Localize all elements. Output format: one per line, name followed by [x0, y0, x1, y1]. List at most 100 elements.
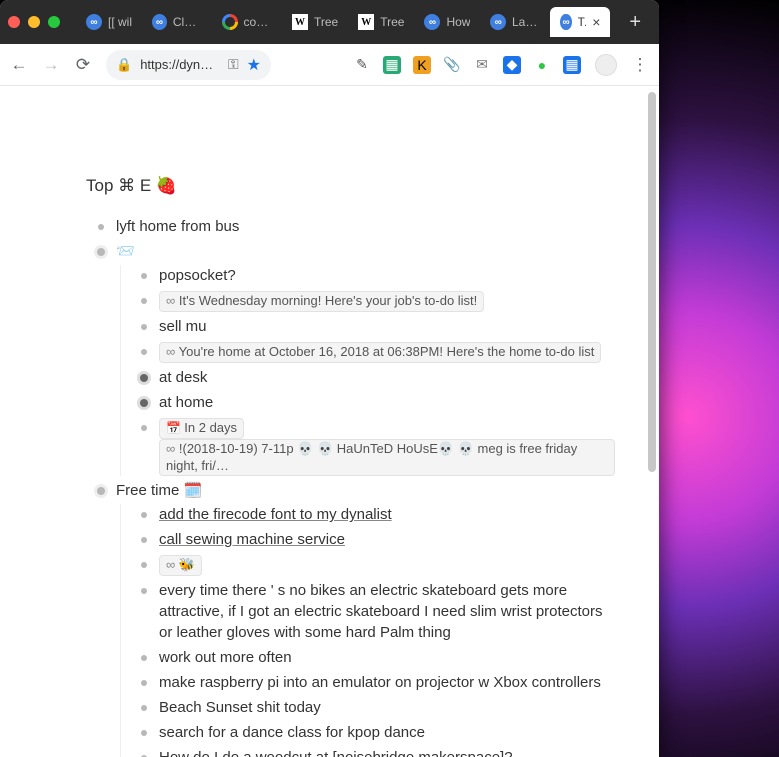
- browser-tab[interactable]: ∞Lates: [480, 7, 550, 37]
- link-badge[interactable]: It's Wednesday morning! Here's your job'…: [159, 291, 484, 312]
- tab-label: [[ wil: [108, 15, 132, 29]
- node-text[interactable]: search for a dance class for kpop dance: [159, 722, 615, 743]
- outline-node[interactable]: 🐝: [137, 554, 615, 576]
- link-badge[interactable]: You're home at October 16, 2018 at 06:38…: [159, 342, 601, 363]
- outline-node[interactable]: work out more often: [137, 647, 615, 668]
- bullet-icon: [137, 558, 151, 572]
- bullet-icon: [137, 584, 151, 598]
- node-text[interactable]: at desk: [159, 367, 615, 388]
- browser-tab[interactable]: ∞Clone: [142, 7, 212, 37]
- bullet-icon: [137, 294, 151, 308]
- outline-node[interactable]: It's Wednesday morning! Here's your job'…: [137, 290, 615, 312]
- date-badge[interactable]: In 2 days: [159, 418, 244, 439]
- outline-node[interactable]: sell mu: [137, 316, 615, 337]
- link-badge[interactable]: !(2018-10-19) 7-11p 💀 💀 HaUnTeD HoUsE💀 💀…: [159, 439, 615, 477]
- node-text[interactable]: It's Wednesday morning! Here's your job'…: [159, 290, 615, 312]
- node-children: add the firecode font to my dynalist call…: [120, 504, 615, 757]
- browser-tab[interactable]: ∞To×: [550, 7, 610, 37]
- node-text[interactable]: call sewing machine service: [159, 529, 615, 550]
- ext-puzzle-icon[interactable]: ▦: [383, 56, 401, 74]
- node-text[interactable]: Beach Sunset shit today: [159, 697, 615, 718]
- ext-k-icon[interactable]: K: [413, 56, 431, 74]
- outline-node[interactable]: make raspberry pi into an emulator on pr…: [137, 672, 615, 693]
- forward-button[interactable]: →: [42, 55, 60, 75]
- browser-tab[interactable]: comp: [212, 7, 282, 37]
- browser-tab[interactable]: ∞How: [414, 7, 480, 37]
- node-text[interactable]: every time there ' s no bikes an electri…: [159, 580, 615, 643]
- node-text[interactable]: You're home at October 16, 2018 at 06:38…: [159, 341, 615, 363]
- ext-bookmark-icon[interactable]: ◆: [503, 56, 521, 74]
- node-text[interactable]: 🐝: [159, 554, 615, 576]
- desktop-wallpaper: [649, 0, 779, 757]
- page-title[interactable]: Top ⌘ E 🍓: [86, 176, 615, 196]
- browser-menu-button[interactable]: ⋮: [631, 55, 649, 75]
- ext-clip-icon[interactable]: 📎: [443, 56, 461, 74]
- infinity-favicon-icon: ∞: [490, 14, 506, 30]
- node-text[interactable]: make raspberry pi into an emulator on pr…: [159, 672, 615, 693]
- reload-button[interactable]: ⟳: [74, 55, 92, 75]
- wiki-favicon-icon: W: [358, 14, 374, 30]
- bullet-expandable-icon[interactable]: [137, 396, 151, 410]
- close-tab-icon[interactable]: ×: [592, 14, 600, 30]
- node-text[interactable]: How do I do a woodcut at [noisebridge ma…: [159, 747, 615, 757]
- node-text[interactable]: 📨: [116, 241, 615, 262]
- saved-password-icon[interactable]: ⚿: [228, 56, 239, 73]
- node-text[interactable]: popsocket?: [159, 265, 615, 286]
- bullet-icon: [137, 269, 151, 283]
- outline-node[interactable]: at home: [137, 392, 615, 413]
- node-text[interactable]: at home: [159, 392, 615, 413]
- node-text[interactable]: add the firecode font to my dynalist: [159, 504, 615, 525]
- minimize-window-button[interactable]: [28, 16, 40, 28]
- outline-node[interactable]: You're home at October 16, 2018 at 06:38…: [137, 341, 615, 363]
- scrollbar[interactable]: [648, 86, 656, 757]
- titlebar: ∞[[ wil∞ClonecompWTreeWTree∞How∞Lates∞To…: [0, 0, 659, 44]
- infinity-favicon-icon: ∞: [152, 14, 167, 30]
- outline-node[interactable]: popsocket?: [137, 265, 615, 286]
- ext-mail-icon[interactable]: ✉: [473, 56, 491, 74]
- outline-node[interactable]: add the firecode font to my dynalist: [137, 504, 615, 525]
- node-text[interactable]: In 2 days!(2018-10-19) 7-11p 💀 💀 HaUnTeD…: [159, 417, 615, 477]
- zoom-window-button[interactable]: [48, 16, 60, 28]
- address-bar[interactable]: 🔒 https://dynalist.io/d/... ⚿ ★: [106, 50, 271, 80]
- node-text[interactable]: Free time 🗓️: [116, 480, 615, 501]
- outline-node[interactable]: call sewing machine service: [137, 529, 615, 550]
- bullet-expandable-icon[interactable]: [137, 371, 151, 385]
- bullet-expandable-icon[interactable]: [94, 245, 108, 259]
- outline-node[interactable]: every time there ' s no bikes an electri…: [137, 580, 615, 643]
- browser-tab[interactable]: WTree: [282, 7, 348, 37]
- ext-green-icon[interactable]: ●: [533, 56, 551, 74]
- close-window-button[interactable]: [8, 16, 20, 28]
- bullet-icon: [137, 726, 151, 740]
- ext-cal-icon[interactable]: ▦: [563, 56, 581, 74]
- bullet-expandable-icon[interactable]: [94, 484, 108, 498]
- new-tab-button[interactable]: +: [619, 11, 651, 34]
- lock-icon: 🔒: [116, 57, 132, 73]
- back-button[interactable]: ←: [10, 55, 28, 75]
- outline-node[interactable]: Beach Sunset shit today: [137, 697, 615, 718]
- tab-strip: ∞[[ wil∞ClonecompWTreeWTree∞How∞Lates∞To…: [76, 0, 613, 44]
- extensions-row: ✎ ▦ K 📎 ✉ ◆ ● ▦: [353, 56, 581, 74]
- browser-tab[interactable]: ∞[[ wil: [76, 7, 142, 37]
- node-text[interactable]: lyft home from bus: [116, 216, 615, 237]
- page-content[interactable]: Top ⌘ E 🍓 lyft home from bus 📨 popsocket? I…: [0, 86, 645, 757]
- outline-node[interactable]: In 2 days!(2018-10-19) 7-11p 💀 💀 HaUnTeD…: [137, 417, 615, 477]
- bookmark-star-icon[interactable]: ★: [247, 55, 261, 75]
- bullet-icon: [137, 676, 151, 690]
- tab-label: Tree: [314, 15, 338, 29]
- ext-pen-icon[interactable]: ✎: [353, 56, 371, 74]
- outline-node[interactable]: lyft home from bus: [94, 216, 615, 237]
- node-text[interactable]: work out more often: [159, 647, 615, 668]
- outline-node[interactable]: at desk: [137, 367, 615, 388]
- outline-node[interactable]: How do I do a woodcut at [noisebridge ma…: [137, 747, 615, 757]
- tab-label: comp: [244, 15, 272, 29]
- scrollbar-thumb[interactable]: [648, 92, 656, 472]
- node-text[interactable]: sell mu: [159, 316, 615, 337]
- bullet-icon: [137, 533, 151, 547]
- outline-node[interactable]: Free time 🗓️ add the firecode font to my …: [94, 480, 615, 757]
- profile-avatar[interactable]: [595, 54, 617, 76]
- browser-tab[interactable]: WTree: [348, 7, 414, 37]
- outline-node[interactable]: 📨 popsocket? It's Wednesday morning! Here'…: [94, 241, 615, 476]
- outline-root: lyft home from bus 📨 popsocket? It's Wednes…: [88, 216, 615, 757]
- link-badge[interactable]: 🐝: [159, 555, 202, 576]
- outline-node[interactable]: search for a dance class for kpop dance: [137, 722, 615, 743]
